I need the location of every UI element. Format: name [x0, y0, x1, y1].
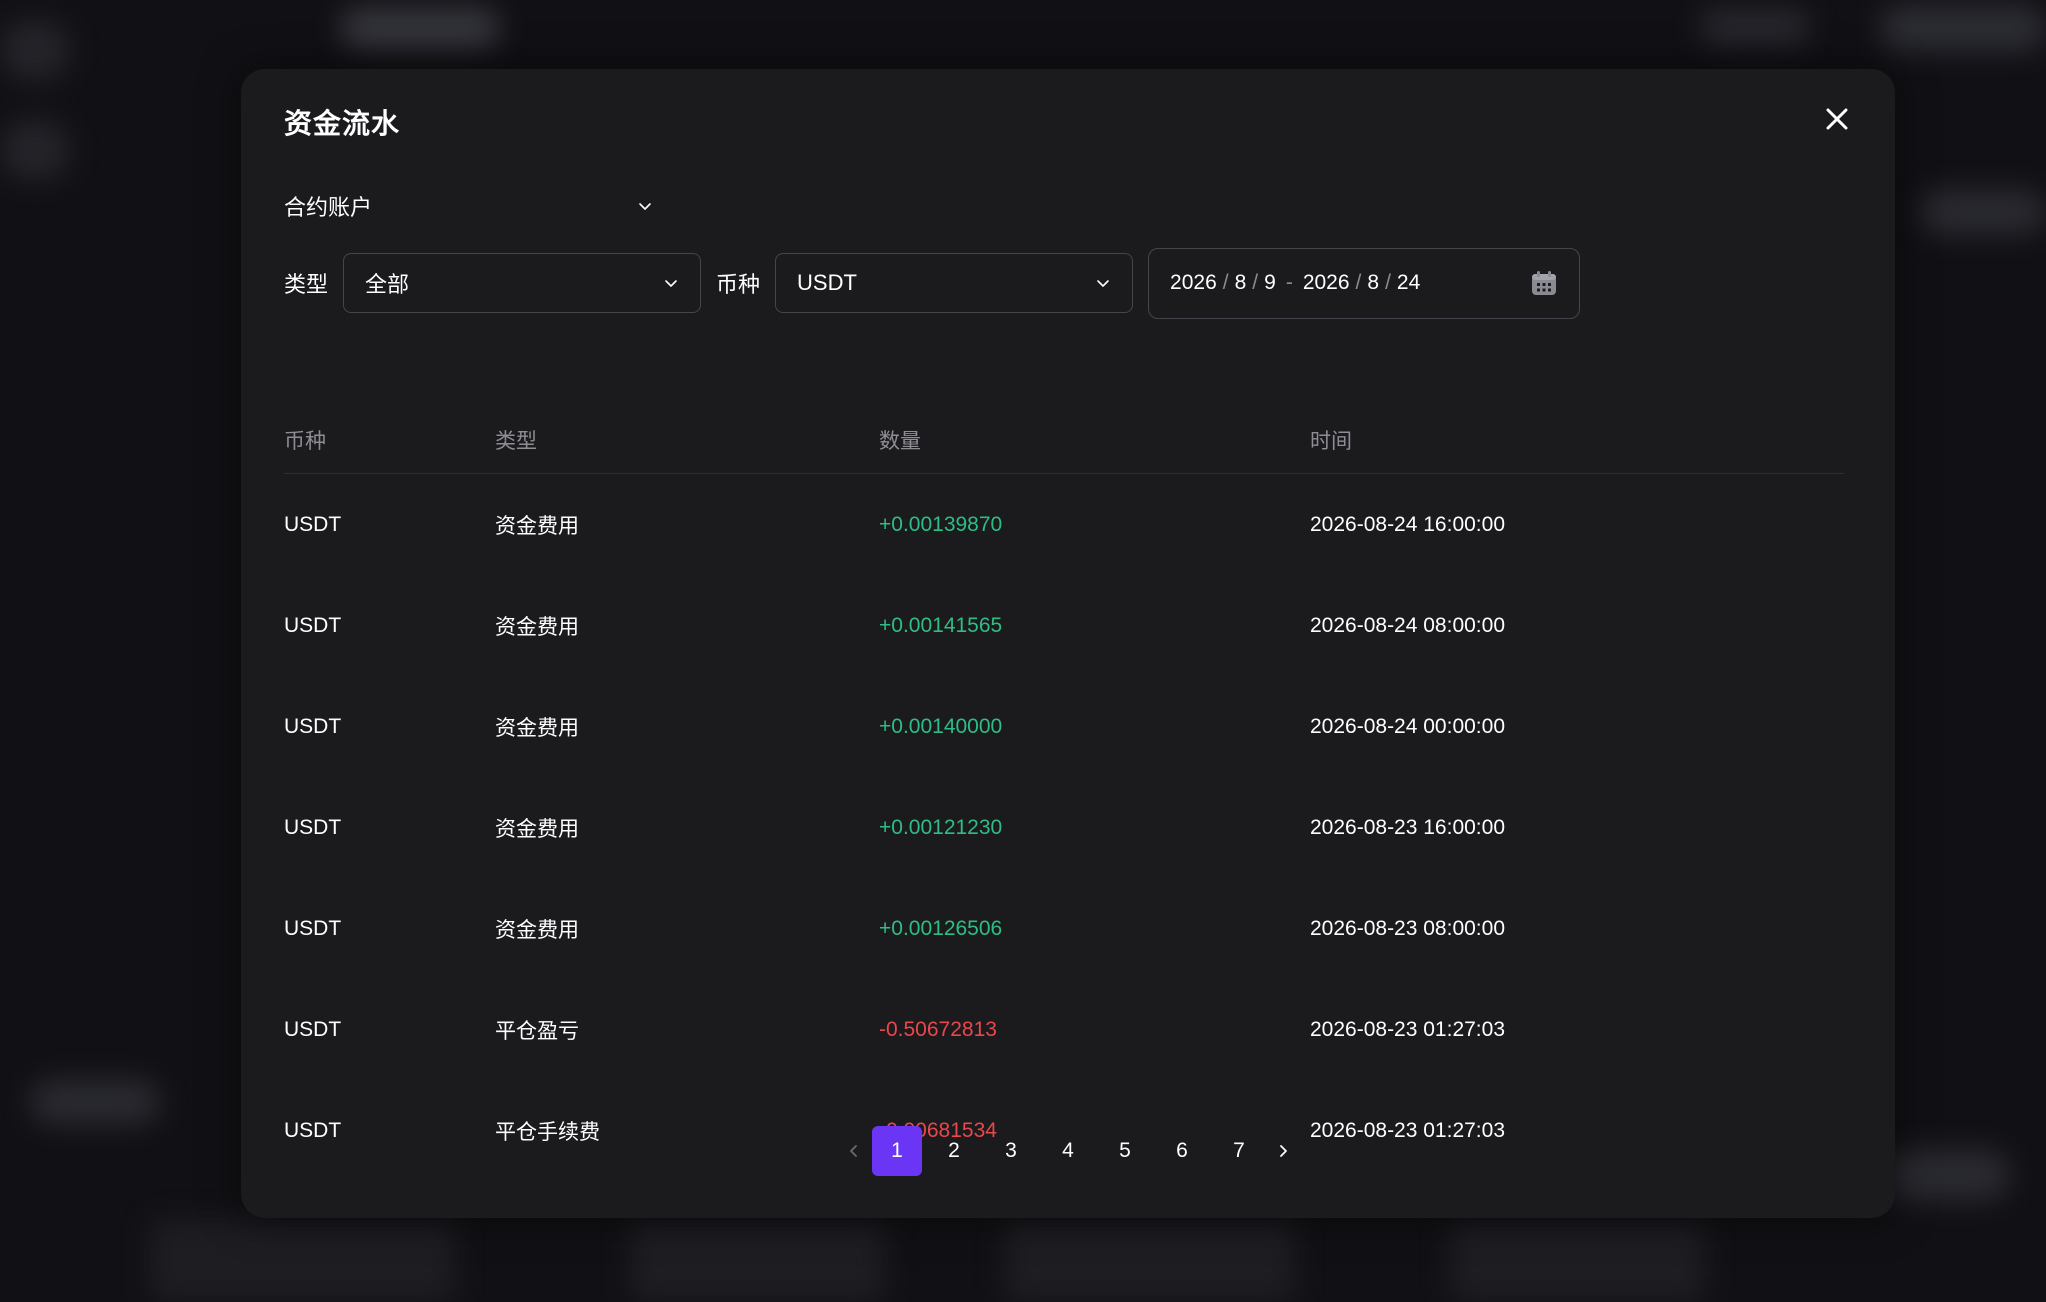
type-select[interactable]: 全部 — [343, 253, 702, 313]
table-row: USDT 资金费用 +0.00141565 2026-08-24 08:00:0… — [284, 575, 1844, 676]
fund-flow-table: 币种 类型 数量 时间 USDT 资金费用 +0.00139870 2026-0… — [284, 407, 1844, 1181]
date-start-year: 2026 — [1170, 271, 1217, 294]
cell-time: 2026-08-24 08:00:00 — [1310, 613, 1505, 637]
type-filter-label: 类型 — [284, 272, 329, 297]
header-coin: 币种 — [284, 430, 326, 453]
prev-page-button[interactable] — [839, 1126, 869, 1176]
coin-select[interactable]: USDT — [775, 253, 1134, 313]
cell-type: 资金费用 — [495, 918, 579, 942]
table-row: USDT 资金费用 +0.00126506 2026-08-23 08:00:0… — [284, 878, 1844, 979]
cell-type: 资金费用 — [495, 716, 579, 740]
date-start-month: 8 — [1234, 271, 1247, 294]
cell-amount: +0.00140000 — [879, 714, 1003, 738]
cell-amount: -0.50672813 — [879, 1017, 997, 1041]
date-start-day: 9 — [1264, 271, 1276, 294]
bg-shape — [0, 120, 70, 180]
cell-time: 2026-08-23 01:27:03 — [1310, 1017, 1505, 1041]
chevron-down-icon — [639, 203, 651, 210]
cell-coin: USDT — [284, 815, 342, 839]
cell-type: 平仓盈亏 — [495, 1019, 579, 1043]
page-button-7[interactable]: 7 — [1214, 1126, 1264, 1176]
cell-coin: USDT — [284, 613, 342, 637]
bg-shape — [30, 1080, 160, 1124]
cell-amount: +0.00141565 — [879, 613, 1003, 637]
chevron-right-icon — [1279, 1145, 1287, 1157]
chevron-left-icon — [849, 1145, 857, 1157]
cell-amount: +0.00121230 — [879, 815, 1003, 839]
bg-shape — [340, 8, 500, 48]
date-end-day: 24 — [1396, 271, 1421, 294]
next-page-button[interactable] — [1268, 1126, 1298, 1176]
page-button-6[interactable]: 6 — [1157, 1126, 1207, 1176]
table-row: USDT 资金费用 +0.00139870 2026-08-24 16:00:0… — [284, 474, 1844, 575]
date-end-input[interactable]: 2026/8/24 — [1303, 271, 1420, 295]
chevron-down-icon — [1097, 280, 1109, 287]
cell-coin: USDT — [284, 916, 342, 940]
modal-title: 资金流水 — [284, 108, 401, 139]
cell-type: 资金费用 — [495, 514, 579, 538]
table-row: USDT 资金费用 +0.00121230 2026-08-23 16:00:0… — [284, 777, 1844, 878]
header-time: 时间 — [1310, 430, 1352, 453]
date-separator: / — [1222, 271, 1229, 294]
coin-select-value: USDT — [797, 270, 857, 295]
page-button-5[interactable]: 5 — [1100, 1126, 1150, 1176]
cell-type: 资金费用 — [495, 615, 579, 639]
bg-shape — [1880, 1150, 2010, 1200]
cell-amount: +0.00139870 — [879, 512, 1003, 536]
cell-time: 2026-08-24 00:00:00 — [1310, 714, 1505, 738]
calendar-icon — [1532, 271, 1557, 295]
type-select-value: 全部 — [365, 272, 410, 297]
bg-shape — [1880, 6, 2046, 50]
header-amount: 数量 — [879, 430, 921, 453]
fund-flow-modal: 资金流水 合约账户 类型 全部 币种 USDT 2026/8/9 - 2026 … — [241, 69, 1895, 1218]
table-row: USDT 资金费用 +0.00140000 2026-08-24 00:00:0… — [284, 676, 1844, 777]
bg-card — [630, 1220, 885, 1302]
cell-coin: USDT — [284, 512, 342, 536]
account-select[interactable]: 合约账户 — [284, 184, 654, 228]
page-button-4[interactable]: 4 — [1043, 1126, 1093, 1176]
date-separator: / — [1385, 271, 1391, 294]
bg-shape — [0, 20, 70, 80]
coin-filter-label: 币种 — [716, 272, 761, 297]
date-end-year: 2026 — [1302, 271, 1350, 294]
date-range-dash: - — [1285, 271, 1293, 294]
cell-type: 资金费用 — [495, 817, 579, 841]
bg-card — [150, 1220, 455, 1302]
cell-time: 2026-08-23 08:00:00 — [1310, 916, 1505, 940]
page-button-3[interactable]: 3 — [986, 1126, 1036, 1176]
date-end-month: 8 — [1367, 271, 1380, 294]
close-icon — [1826, 108, 1848, 130]
close-button[interactable] — [1817, 99, 1857, 139]
date-separator: / — [1252, 271, 1259, 294]
date-start-input[interactable]: 2026/8/9 — [1170, 271, 1276, 295]
table-row: USDT 平仓盈亏 -0.50672813 2026-08-23 01:27:0… — [284, 979, 1844, 1080]
page-button-2[interactable]: 2 — [929, 1126, 979, 1176]
table-header: 币种 类型 数量 时间 — [284, 407, 1844, 474]
pagination: 1 2 3 4 5 6 7 — [241, 1126, 1895, 1176]
chevron-down-icon — [665, 280, 677, 287]
bg-card — [1005, 1220, 1295, 1302]
calendar-button[interactable] — [1529, 268, 1559, 298]
header-type: 类型 — [495, 430, 537, 453]
page-button-1[interactable]: 1 — [872, 1126, 922, 1176]
bg-shape — [1700, 10, 1810, 44]
cell-time: 2026-08-24 16:00:00 — [1310, 512, 1505, 536]
cell-coin: USDT — [284, 714, 342, 738]
account-select-value: 合约账户 — [284, 195, 373, 220]
cell-time: 2026-08-23 16:00:00 — [1310, 815, 1505, 839]
bg-card — [1450, 1220, 1705, 1302]
cell-amount: +0.00126506 — [879, 916, 1003, 940]
date-range-picker: 2026/8/9 - 2026/8/24 — [1148, 247, 1581, 319]
filter-row: 类型 全部 币种 USDT 2026/8/9 - 2026/8/24 — [284, 247, 1581, 319]
bg-shape — [1920, 190, 2046, 234]
date-separator: / — [1355, 271, 1362, 294]
cell-coin: USDT — [284, 1017, 342, 1041]
